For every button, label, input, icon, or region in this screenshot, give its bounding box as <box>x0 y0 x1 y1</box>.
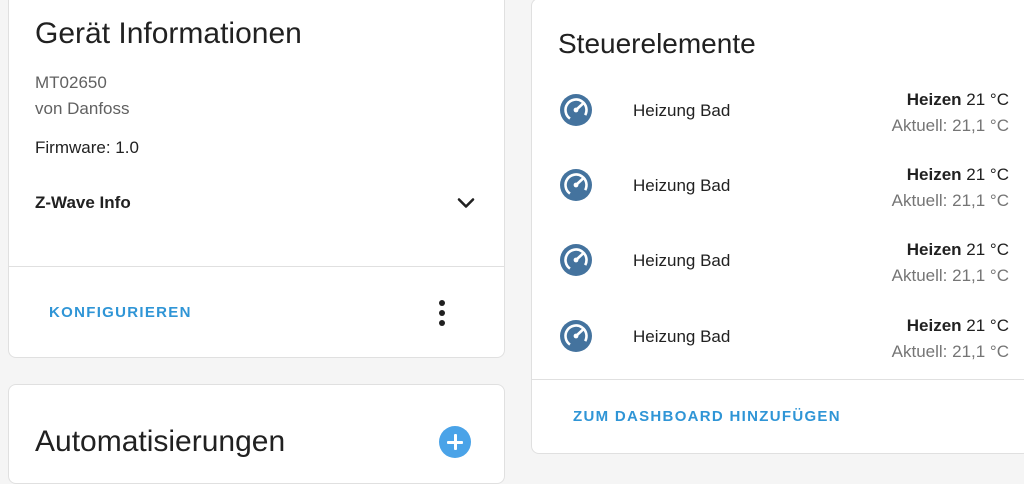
thermostat-icon <box>560 244 592 276</box>
entity-row[interactable]: Heizung Bad Heizen 21 °C Aktuell: 21,1 °… <box>532 162 1024 222</box>
target-temperature: 21 °C <box>966 316 1009 335</box>
card-actions-divider <box>9 266 504 267</box>
configure-button[interactable]: KONFIGURIEREN <box>49 304 192 321</box>
chevron-down-icon[interactable] <box>454 191 478 215</box>
device-info-title: Gerät Informationen <box>35 17 302 50</box>
entity-state: Heizen 21 °C Aktuell: 21,1 °C <box>892 87 1009 139</box>
entity-name: Heizung Bad <box>633 176 731 195</box>
current-temperature: Aktuell: 21,1 °C <box>891 266 1009 285</box>
hvac-mode: Heizen <box>906 240 962 259</box>
current-temperature: Aktuell: 21,1 °C <box>891 342 1009 361</box>
current-temperature: Aktuell: 21,1 °C <box>891 191 1009 210</box>
entity-row[interactable]: Heizung Bad Heizen 21 °C Aktuell: 21,1 °… <box>532 237 1024 297</box>
thermostat-icon <box>560 169 592 201</box>
automations-card: Automatisierungen <box>8 384 505 484</box>
hvac-mode: Heizen <box>906 90 962 109</box>
current-temperature: Aktuell: 21,1 °C <box>891 116 1009 135</box>
entity-row[interactable]: Heizung Bad Heizen 21 °C Aktuell: 21,1 °… <box>532 87 1024 147</box>
device-firmware: Firmware: 1.0 <box>35 138 139 157</box>
entity-state: Heizen 21 °C Aktuell: 21,1 °C <box>892 313 1009 365</box>
entity-state: Heizen 21 °C Aktuell: 21,1 °C <box>892 237 1009 289</box>
device-info-card: Gerät Informationen MT02650 von Danfoss … <box>8 0 505 358</box>
device-manufacturer: von Danfoss <box>35 99 130 118</box>
entity-name: Heizung Bad <box>633 251 731 270</box>
card-actions-divider <box>532 379 1024 380</box>
hvac-mode: Heizen <box>906 316 962 335</box>
entity-state: Heizen 21 °C Aktuell: 21,1 °C <box>892 162 1009 214</box>
automations-title: Automatisierungen <box>35 425 286 458</box>
thermostat-icon <box>560 320 592 352</box>
controls-card: Steuerelemente Heizung Bad Heizen 21 °C … <box>531 0 1024 454</box>
add-automation-button[interactable] <box>439 426 471 458</box>
target-temperature: 21 °C <box>966 90 1009 109</box>
zwave-info-label: Z-Wave Info <box>35 193 131 212</box>
zwave-info-expander[interactable]: Z-Wave Info <box>35 187 478 219</box>
hvac-mode: Heizen <box>906 165 962 184</box>
entity-name: Heizung Bad <box>633 101 731 120</box>
thermostat-icon <box>560 94 592 126</box>
target-temperature: 21 °C <box>966 240 1009 259</box>
entity-row[interactable]: Heizung Bad Heizen 21 °C Aktuell: 21,1 °… <box>532 313 1024 373</box>
target-temperature: 21 °C <box>966 165 1009 184</box>
controls-title: Steuerelemente <box>558 28 756 59</box>
more-vert-icon[interactable] <box>430 297 454 329</box>
add-to-dashboard-button[interactable]: ZUM DASHBOARD HINZUFÜGEN <box>573 408 841 425</box>
device-model: MT02650 <box>35 73 107 92</box>
entity-name: Heizung Bad <box>633 327 731 346</box>
